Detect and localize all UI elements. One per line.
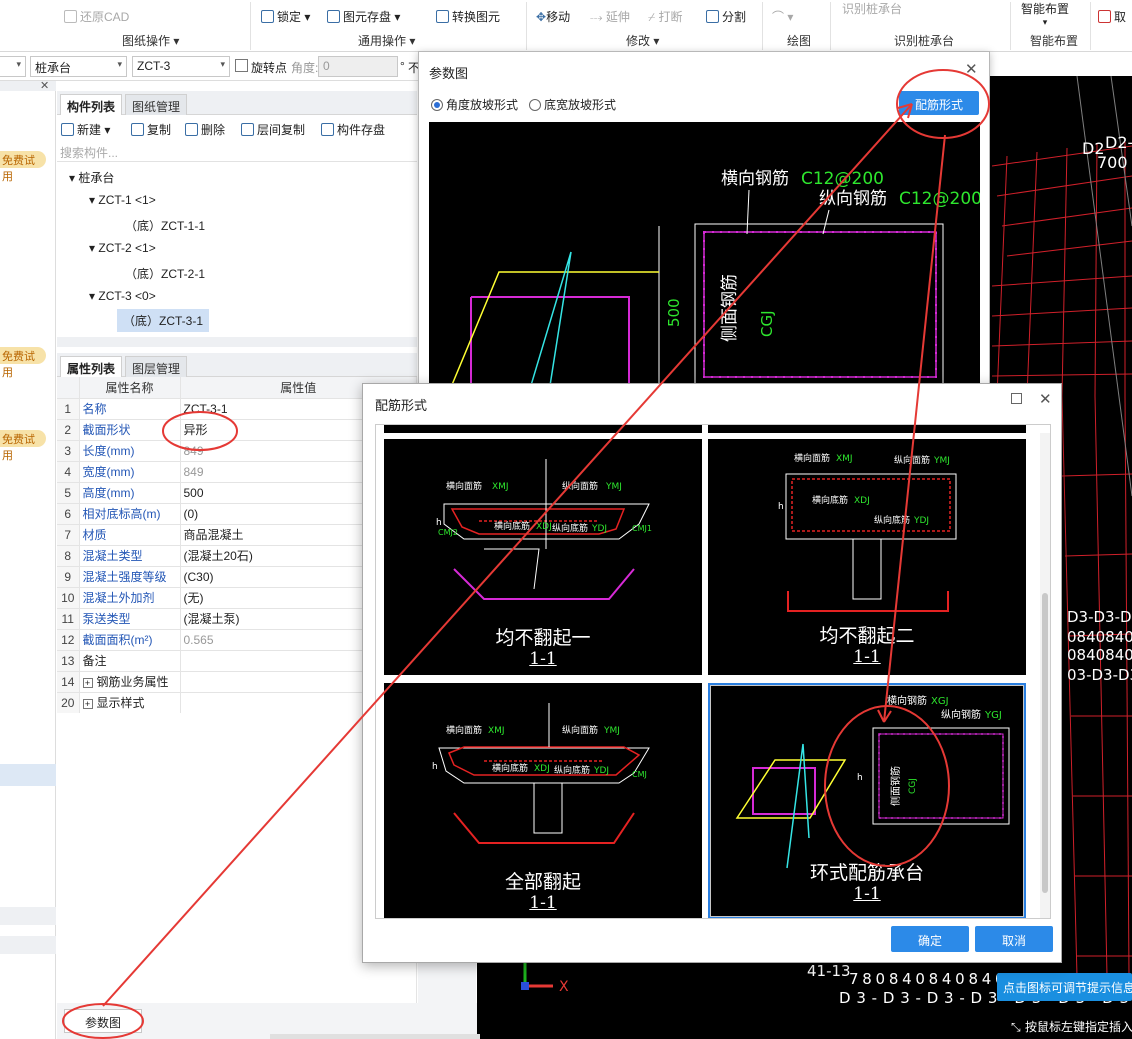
annotation-circle — [824, 705, 950, 867]
annotation-circle — [62, 1003, 144, 1039]
annotation-arrow — [883, 134, 946, 723]
annotation-overlay — [62, 69, 990, 1039]
annotation-circle — [162, 411, 238, 451]
annotation-arrow — [102, 103, 913, 1007]
